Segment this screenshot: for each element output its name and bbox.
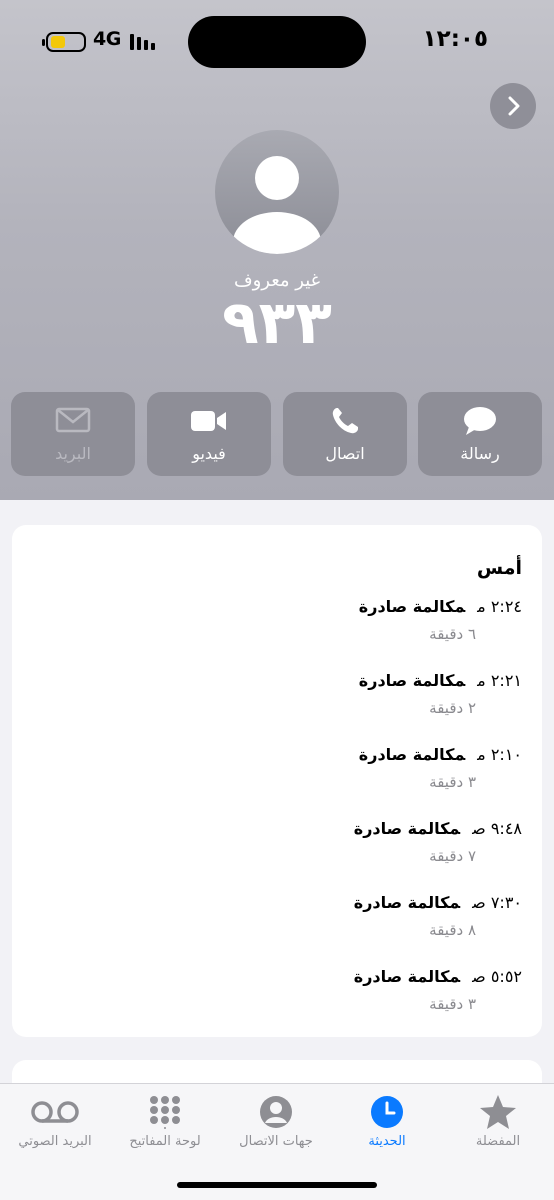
keypad-icon (150, 1096, 180, 1129)
phone-icon (332, 408, 358, 434)
call-duration: ٣ دقيقة (429, 995, 476, 1013)
chevron-right-icon (508, 96, 520, 116)
video-camera-icon (191, 411, 226, 431)
call-duration: ٨ دقيقة (429, 921, 476, 939)
envelope-icon (55, 407, 91, 433)
call-duration: ٢ دقيقة (429, 699, 476, 717)
next-button[interactable] (490, 83, 536, 129)
call-history-card: أمس ٢:٢٤ م مكالمة صادرة ٦ دقيقة ٢:٢١ م مكا… (12, 525, 542, 1037)
call-entry: ٩:٤٨ ص مكالمة صادرة ٧ دقيقة (122, 819, 522, 869)
network-type: 4G (93, 28, 121, 50)
call-time: ٥:٥٢ ص (472, 967, 522, 986)
tab-label: البريد الصوتي (18, 1134, 92, 1149)
history-date: أمس (476, 557, 522, 579)
contact-number: ٩٣٣ (222, 288, 332, 358)
status-time: ١٢:٠٥ (422, 26, 488, 52)
call-time: ٩:٤٨ ص (472, 819, 522, 838)
clock-icon (371, 1096, 403, 1128)
person-silhouette-icon (233, 156, 321, 254)
call-type: مكالمة صادرة (353, 967, 461, 986)
person-icon (260, 1096, 292, 1128)
battery-icon (42, 32, 86, 52)
call-time: ٧:٣٠ ص (472, 893, 522, 912)
video-label: فيديو (192, 444, 226, 463)
call-type: مكالمة صادرة (358, 597, 466, 616)
call-entry: ٢:٢١ م مكالمة صادرة ٢ دقيقة (122, 671, 522, 721)
call-duration: ٣ دقيقة (429, 773, 476, 791)
call-time: ٢:١٠ م (477, 745, 522, 764)
video-button[interactable]: فيديو (147, 392, 271, 476)
call-type: مكالمة صادرة (358, 671, 466, 690)
mail-button: البريد (11, 392, 135, 476)
call-time: ٢:٢١ م (477, 671, 522, 690)
call-duration: ٦ دقيقة (429, 625, 476, 643)
call-duration: ٧ دقيقة (429, 847, 476, 865)
tab-voicemail[interactable]: البريد الصوتي (0, 1092, 110, 1162)
tab-label: جهات الاتصال (239, 1134, 313, 1149)
message-button[interactable]: رسالة (418, 392, 542, 476)
call-type: مكالمة صادرة (353, 819, 461, 838)
tab-label: لوحة المفاتيح (129, 1134, 201, 1149)
message-label: رسالة (460, 444, 500, 463)
star-icon (480, 1095, 516, 1129)
tab-recents[interactable]: الحديثة (332, 1092, 442, 1162)
call-entry: ٧:٣٠ ص مكالمة صادرة ٨ دقيقة (122, 893, 522, 943)
call-type: مكالمة صادرة (353, 893, 461, 912)
call-type: مكالمة صادرة (358, 745, 466, 764)
tab-keypad[interactable]: لوحة المفاتيح (110, 1092, 220, 1162)
call-entry: ٢:١٠ م مكالمة صادرة ٣ دقيقة (122, 745, 522, 795)
tab-favorites[interactable]: المفضلة (443, 1092, 553, 1162)
call-entry: ٥:٥٢ ص مكالمة صادرة ٣ دقيقة (122, 967, 522, 1017)
message-bubble-icon (464, 407, 496, 435)
dynamic-island (188, 16, 366, 68)
mail-label: البريد (55, 444, 91, 463)
call-label: اتصال (325, 444, 365, 463)
tab-label: المفضلة (475, 1134, 521, 1149)
call-entry: ٢:٢٤ م مكالمة صادرة ٦ دقيقة (122, 597, 522, 647)
home-indicator (177, 1182, 377, 1188)
call-time: ٢:٢٤ م (477, 597, 522, 616)
voicemail-icon (31, 1101, 79, 1123)
avatar (215, 130, 339, 254)
tab-label: الحديثة (368, 1134, 406, 1149)
tab-contacts[interactable]: جهات الاتصال (221, 1092, 331, 1162)
signal-icon (130, 34, 160, 50)
call-button[interactable]: اتصال (283, 392, 407, 476)
